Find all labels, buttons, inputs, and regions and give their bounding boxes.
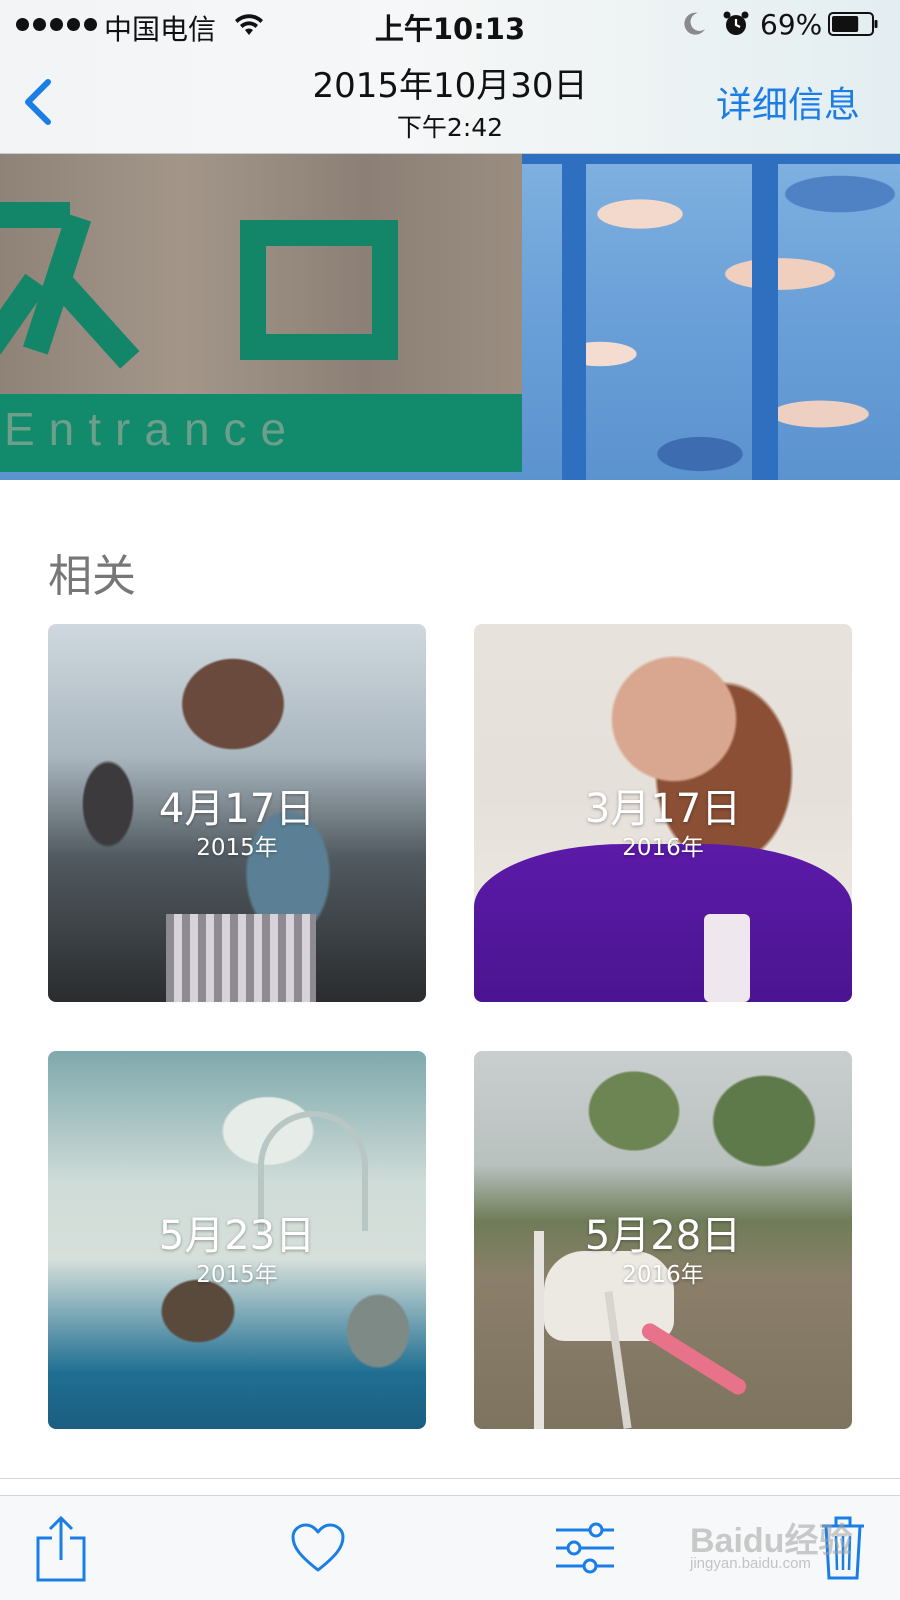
- photo-railing-post: [752, 154, 778, 480]
- tile-photo-detail: [474, 844, 852, 1002]
- header: 中国电信 上午10:13 69% 2015年10月30日 下午2:42 详细信息: [0, 0, 900, 154]
- tile-date: 4月17日: [158, 786, 316, 832]
- sign-glyph-stroke: [240, 334, 398, 360]
- tile-date: 3月17日: [584, 786, 742, 832]
- tile-photo-detail: [638, 1320, 750, 1398]
- related-section-title: 相关: [48, 551, 136, 602]
- main-photo[interactable]: Entrance: [0, 154, 900, 480]
- battery-icon: [828, 12, 878, 36]
- photo-entrance-sign: Entrance: [0, 154, 522, 472]
- tile-year: 2015年: [196, 835, 278, 861]
- sign-glyph-stroke: [46, 269, 140, 369]
- heart-icon[interactable]: [290, 1522, 346, 1574]
- alarm-icon: [723, 11, 749, 35]
- tile-year: 2016年: [622, 835, 704, 861]
- sign-glyph-stroke: [0, 202, 70, 228]
- tile-date: 5月28日: [584, 1213, 742, 1259]
- baidu-watermark-url: jingyan.baidu.com: [690, 1555, 811, 1572]
- section-divider: [0, 1478, 900, 1479]
- tile-year: 2016年: [622, 1262, 704, 1288]
- photo-detail-screen: 中国电信 上午10:13 69% 2015年10月30日 下午2:42 详细信息…: [0, 0, 900, 1600]
- related-photo-tile[interactable]: 5月23日 2015年: [48, 1051, 426, 1429]
- related-photo-tile[interactable]: 4月17日 2015年: [48, 624, 426, 1002]
- related-photo-tile[interactable]: 3月17日 2016年: [474, 624, 852, 1002]
- sign-glyph-stroke: [240, 220, 398, 246]
- tile-year: 2015年: [196, 1262, 278, 1288]
- battery-percent: 69%: [760, 8, 823, 41]
- related-photo-tile[interactable]: 5月28日 2016年: [474, 1051, 852, 1429]
- photo-railing-post: [562, 154, 586, 480]
- tile-date: 5月23日: [158, 1213, 316, 1259]
- details-button[interactable]: 详细信息: [716, 76, 860, 128]
- share-icon[interactable]: [34, 1514, 88, 1584]
- sign-entrance-text: Entrance: [4, 403, 301, 455]
- navigation-bar: 2015年10月30日 下午2:42 详细信息: [0, 52, 900, 152]
- do-not-disturb-icon: [684, 12, 705, 35]
- edit-adjust-icon[interactable]: [554, 1520, 616, 1576]
- tile-photo-detail: [166, 914, 316, 1002]
- status-bar: 中国电信 上午10:13 69%: [0, 0, 900, 50]
- tile-photo-detail: [704, 914, 750, 1002]
